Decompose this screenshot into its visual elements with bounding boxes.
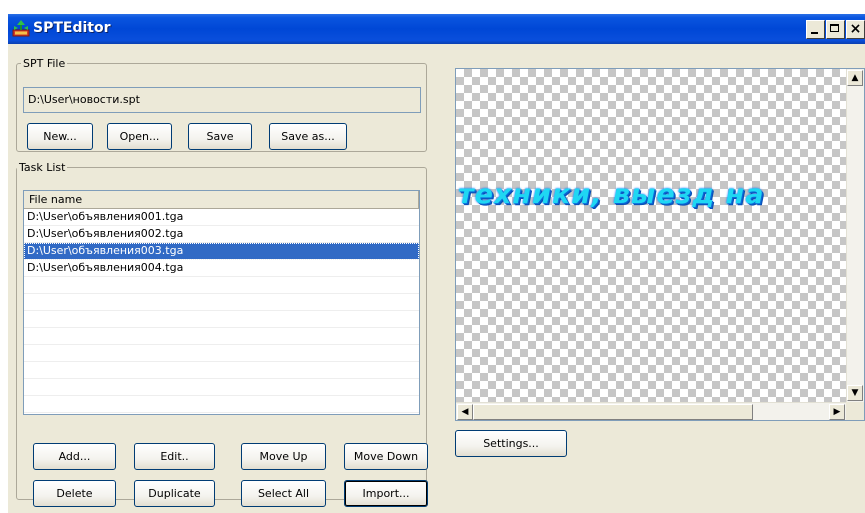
spt-file-group: SPT File D:\User\новости.spt New... Open…	[16, 57, 427, 152]
task-list-body: D:\User\объявления001.tga D:\User\объявл…	[24, 209, 419, 413]
spteditor-window: SPTEditor × SPT File D:\User\новости.spt…	[8, 14, 865, 513]
empty-row	[24, 277, 419, 294]
move-up-button[interactable]: Move Up	[241, 443, 326, 470]
settings-button[interactable]: Settings...	[455, 430, 567, 457]
empty-row	[24, 294, 419, 311]
spt-file-group-label: SPT File	[23, 57, 66, 70]
scroll-down-icon[interactable]: ▼	[847, 385, 863, 401]
empty-row	[24, 311, 419, 328]
task-listview[interactable]: File name D:\User\объявления001.tga D:\U…	[23, 190, 420, 415]
new-button[interactable]: New...	[27, 123, 93, 150]
vertical-scrollbar[interactable]: ▲ ▼	[846, 69, 864, 402]
scroll-right-icon[interactable]: ▶	[829, 404, 845, 420]
column-header-file-name[interactable]: File name	[24, 191, 419, 209]
scroll-left-icon[interactable]: ◀	[457, 404, 473, 420]
move-down-button[interactable]: Move Down	[344, 443, 428, 470]
import-button[interactable]: Import...	[344, 480, 428, 507]
task-list-group-label: Task List	[19, 161, 66, 174]
duplicate-button[interactable]: Duplicate	[134, 480, 215, 507]
spt-file-path-field[interactable]: D:\User\новости.spt	[23, 87, 421, 113]
preview-canvas: техники, выезд на	[456, 69, 846, 402]
preview-pane[interactable]: техники, выезд на ▲ ▼ ◀ ▶	[455, 68, 865, 421]
delete-button[interactable]: Delete	[33, 480, 116, 507]
empty-row	[24, 362, 419, 379]
save-button[interactable]: Save	[188, 123, 252, 150]
scrollbar-corner	[846, 402, 864, 420]
task-row[interactable]: D:\User\объявления001.tga	[24, 209, 419, 226]
empty-row	[24, 379, 419, 396]
minimize-button[interactable]	[806, 20, 825, 39]
save-as-button[interactable]: Save as...	[269, 123, 347, 150]
task-list-group: Task List File name D:\User\объявления00…	[16, 161, 428, 507]
task-row[interactable]: D:\User\объявления004.tga	[24, 260, 419, 277]
scroll-up-icon[interactable]: ▲	[847, 70, 863, 86]
title-bar[interactable]: SPTEditor ×	[8, 14, 865, 44]
task-row[interactable]: D:\User\объявления002.tga	[24, 226, 419, 243]
window-title: SPTEditor	[33, 20, 111, 36]
empty-row	[24, 345, 419, 362]
select-all-button[interactable]: Select All	[241, 480, 326, 507]
task-row-selected[interactable]: D:\User\объявления003.tga	[24, 243, 419, 260]
empty-row	[24, 328, 419, 345]
add-button[interactable]: Add...	[33, 443, 116, 470]
preview-text: техники, выезд на	[458, 179, 765, 210]
maximize-button[interactable]	[826, 20, 845, 39]
empty-row	[24, 396, 419, 413]
app-icon	[12, 20, 30, 37]
close-button[interactable]: ×	[846, 20, 865, 39]
horizontal-scroll-thumb[interactable]	[473, 404, 753, 420]
open-button[interactable]: Open...	[107, 123, 172, 150]
edit-button[interactable]: Edit..	[134, 443, 215, 470]
horizontal-scrollbar[interactable]: ◀ ▶	[456, 402, 846, 420]
